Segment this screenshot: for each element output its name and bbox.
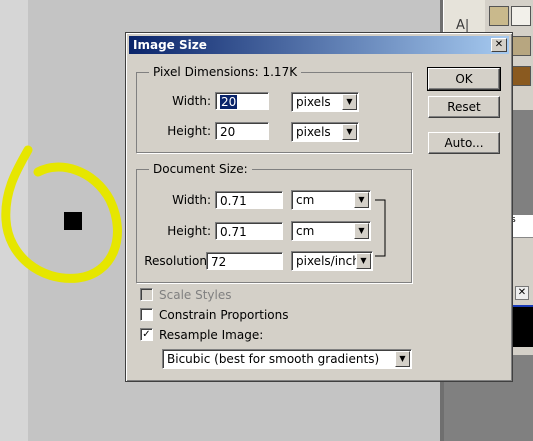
palette-close-icon[interactable]: ✕ bbox=[515, 286, 529, 300]
link-bracket-icon bbox=[375, 199, 386, 257]
chevron-down-icon: ▼ bbox=[354, 192, 369, 208]
checkbox-icon bbox=[140, 308, 153, 321]
text-glyph-icon: A| bbox=[456, 18, 470, 33]
resolution-label: Resolution: bbox=[144, 254, 211, 268]
scale-styles-checkbox: Scale Styles bbox=[140, 288, 232, 304]
style-swatch[interactable] bbox=[511, 66, 531, 86]
chevron-down-icon: ▼ bbox=[342, 124, 357, 140]
style-swatch[interactable] bbox=[511, 6, 531, 26]
pixel-width-unit-select[interactable]: pixels ▼ bbox=[291, 92, 359, 112]
doc-height-label: Height: bbox=[167, 224, 211, 238]
hand-drawn-circle bbox=[1, 145, 122, 283]
pixel-height-unit-select[interactable]: pixels ▼ bbox=[291, 122, 359, 142]
palette-tab[interactable]: s bbox=[511, 215, 533, 238]
pixel-dimensions-size: 1.17K bbox=[262, 65, 298, 79]
checkbox-icon bbox=[140, 288, 153, 301]
doc-height-input[interactable]: 0.71 bbox=[215, 222, 283, 240]
chevron-down-icon: ▼ bbox=[356, 253, 371, 269]
document-size-label: Document Size: bbox=[149, 162, 252, 176]
doc-width-input[interactable]: 0.71 bbox=[215, 191, 283, 209]
pixel-width-label: Width: bbox=[172, 94, 211, 108]
constrain-proportions-checkbox[interactable]: Constrain Proportions bbox=[140, 308, 289, 324]
ok-button[interactable]: OK bbox=[427, 67, 501, 91]
dialog-title: Image Size bbox=[133, 38, 207, 52]
resolution-input[interactable]: 72 bbox=[206, 252, 283, 270]
chevron-down-icon: ▼ bbox=[395, 351, 410, 367]
doc-height-unit-select[interactable]: cm ▼ bbox=[291, 221, 371, 241]
checkmark-icon: ✓ bbox=[140, 328, 153, 341]
pixel-dimensions-label: Pixel Dimensions: 1.17K bbox=[149, 65, 302, 79]
doc-width-label: Width: bbox=[172, 193, 211, 207]
resample-method-select[interactable]: Bicubic (best for smooth gradients) ▼ bbox=[162, 349, 412, 369]
pixel-height-input[interactable]: 20 bbox=[215, 122, 269, 140]
pixel-height-label: Height: bbox=[167, 124, 211, 138]
resample-image-checkbox[interactable]: ✓ Resample Image: bbox=[140, 328, 263, 344]
resolution-unit-select[interactable]: pixels/inch ▼ bbox=[291, 251, 373, 271]
auto-button[interactable]: Auto... bbox=[428, 132, 500, 154]
chevron-down-icon: ▼ bbox=[354, 223, 369, 239]
style-swatch[interactable] bbox=[511, 36, 531, 56]
dialog-titlebar[interactable]: Image Size ✕ bbox=[129, 36, 509, 54]
reset-button[interactable]: Reset bbox=[428, 96, 500, 118]
chevron-down-icon: ▼ bbox=[342, 94, 357, 110]
pixel-width-input[interactable]: 20 bbox=[215, 92, 269, 110]
pixel-dimensions-group: Pixel Dimensions: 1.17K bbox=[136, 65, 412, 153]
doc-width-unit-select[interactable]: cm ▼ bbox=[291, 190, 371, 210]
layer-thumbnail bbox=[512, 305, 533, 347]
style-swatch[interactable] bbox=[489, 6, 509, 26]
image-size-dialog: Image Size ✕ Pixel Dimensions: 1.17K Wid… bbox=[125, 32, 513, 382]
close-icon[interactable]: ✕ bbox=[491, 38, 507, 52]
